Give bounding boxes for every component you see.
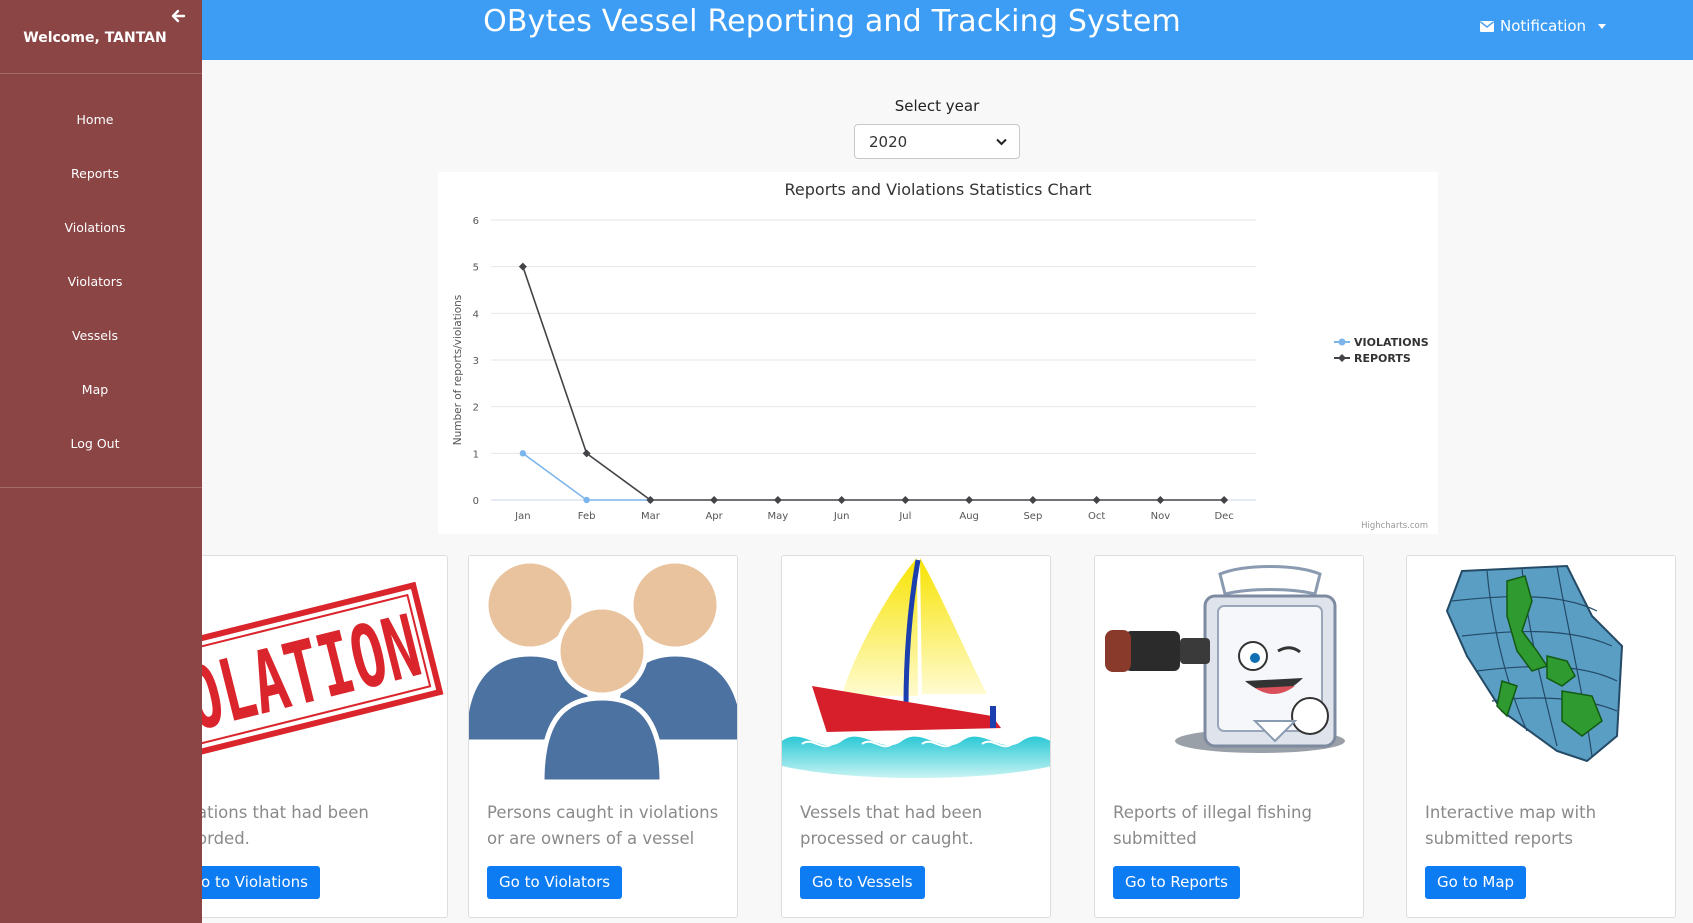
- y-tick-label: 6: [473, 216, 479, 227]
- go-to-reports-button[interactable]: Go to Reports: [1113, 866, 1240, 899]
- legend-marker: [1338, 338, 1346, 346]
- statistics-chart: Reports and Violations Statistics Chart …: [438, 172, 1438, 534]
- x-tick-label: Nov: [1151, 511, 1171, 522]
- x-tick-label: Jan: [514, 511, 530, 522]
- data-point: [518, 262, 527, 271]
- data-point: [1220, 496, 1229, 504]
- year-select[interactable]: 2020: [854, 124, 1020, 159]
- y-tick-label: 4: [473, 309, 479, 320]
- x-tick-label: Oct: [1088, 511, 1105, 522]
- sidebar-item-home[interactable]: Home: [0, 92, 190, 146]
- notification-label: Notification: [1500, 17, 1587, 35]
- sidebar-divider: [0, 73, 202, 74]
- philippines-map-image: [1407, 556, 1675, 782]
- card-description: Reports of illegal fishing submitted: [1113, 803, 1312, 848]
- people-group-image: [469, 556, 737, 782]
- x-tick-label: Mar: [641, 511, 661, 522]
- go-to-vessels-button[interactable]: Go to Vessels: [800, 866, 925, 899]
- sidebar-item-violations[interactable]: Violations: [0, 200, 190, 254]
- svg-text:IOLATION: IOLATION: [179, 597, 430, 759]
- data-point: [837, 496, 846, 504]
- sidebar-nav: Home Reports Violations Violators Vessel…: [0, 92, 190, 470]
- data-point: [1092, 496, 1101, 504]
- data-point: [519, 450, 527, 457]
- envelope-icon: [1480, 20, 1494, 32]
- card-vessels: Vessels that had been processed or caugh…: [781, 555, 1051, 918]
- card-violators: Persons caught in violations or are owne…: [468, 555, 738, 918]
- sidebar-divider: [0, 487, 202, 488]
- year-select-value: 2020: [869, 132, 908, 151]
- app-title: OBytes Vessel Reporting and Tracking Sys…: [483, 4, 1181, 39]
- select-year-label: Select year: [894, 97, 980, 115]
- chart-plot: 0 1 2 3 4 5 6 Jan Feb Mar Apr May Jun Jul Aug Sep Oct Nov…: [452, 216, 1429, 531]
- card-description: ations that had been orded.: [197, 803, 369, 848]
- x-tick-label: Jun: [833, 511, 850, 522]
- data-point: [1028, 496, 1037, 504]
- legend-item: VIOLATIONS: [1354, 336, 1429, 349]
- card-description: Persons caught in violations or are owne…: [487, 803, 719, 848]
- x-tick-label: Dec: [1214, 511, 1233, 522]
- go-to-violators-button[interactable]: Go to Violators: [487, 866, 623, 899]
- data-point: [1156, 496, 1165, 504]
- violation-stamp-image: IOLATION: [179, 556, 447, 782]
- legend-item: REPORTS: [1354, 352, 1411, 365]
- sailboat-image: [782, 556, 1050, 782]
- x-tick-label: Sep: [1023, 511, 1042, 522]
- data-point: [901, 496, 910, 504]
- card-violations: IOLATION ations that had been orded. o t…: [178, 555, 448, 918]
- y-tick-label: 0: [473, 496, 479, 507]
- data-point: [965, 496, 974, 504]
- chevron-down-icon: [1598, 23, 1607, 29]
- y-tick-label: 3: [473, 356, 479, 367]
- data-point: [583, 496, 590, 504]
- y-tick-label: 1: [473, 449, 479, 460]
- arrow-left-icon[interactable]: [168, 6, 188, 26]
- data-point: [710, 496, 719, 504]
- card-description: Vessels that had been processed or caugh…: [800, 803, 983, 848]
- chevron-down-icon: [996, 138, 1007, 146]
- sidebar: Welcome, TANTAN Home Reports Violations …: [0, 0, 202, 923]
- card-map: Interactive map with submitted reports G…: [1406, 555, 1676, 918]
- sidebar-item-logout[interactable]: Log Out: [0, 416, 190, 470]
- sidebar-item-vessels[interactable]: Vessels: [0, 308, 190, 362]
- x-tick-label: Feb: [578, 511, 596, 522]
- legend-marker: [1338, 354, 1346, 362]
- notification-dropdown[interactable]: Notification: [1480, 17, 1607, 35]
- binocular-mascot-image: [1095, 556, 1363, 782]
- card-description: Interactive map with submitted reports: [1425, 803, 1597, 848]
- x-tick-label: Apr: [705, 511, 723, 522]
- welcome-text: Welcome, TANTAN: [23, 30, 167, 46]
- sidebar-item-map[interactable]: Map: [0, 362, 190, 416]
- y-axis-label: Number of reports/violations: [452, 295, 464, 446]
- series-line-violations: [522, 452, 651, 501]
- go-to-violations-button[interactable]: o to Violations: [189, 866, 320, 899]
- y-tick-label: 2: [473, 403, 479, 414]
- card-reports: Reports of illegal fishing submitted Go …: [1094, 555, 1364, 918]
- top-header: OBytes Vessel Reporting and Tracking Sys…: [0, 0, 1693, 60]
- series-line-reports: [522, 266, 1225, 501]
- x-tick-label: May: [768, 511, 789, 522]
- chart-credits: Highcharts.com: [1361, 521, 1428, 531]
- data-point: [773, 496, 782, 504]
- y-tick-label: 5: [473, 263, 479, 274]
- go-to-map-button[interactable]: Go to Map: [1425, 866, 1527, 899]
- x-tick-label: Jul: [898, 511, 911, 522]
- x-tick-label: Aug: [959, 511, 979, 522]
- sidebar-item-violators[interactable]: Violators: [0, 254, 190, 308]
- sidebar-item-reports[interactable]: Reports: [0, 146, 190, 200]
